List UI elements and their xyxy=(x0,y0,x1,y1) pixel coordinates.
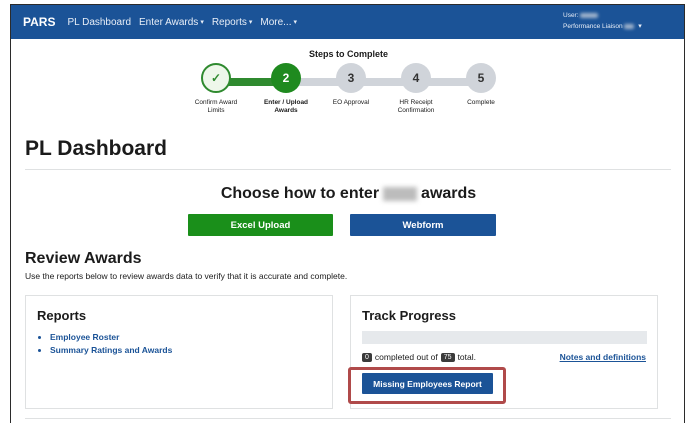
nav-label: PL Dashboard xyxy=(67,16,132,28)
step-complete: 5 Complete xyxy=(446,63,516,107)
nav-label: Enter Awards xyxy=(139,16,199,28)
nav-label: Reports xyxy=(211,16,247,28)
chevron-down-icon: ▾ xyxy=(248,19,253,26)
progress-bar xyxy=(362,331,647,344)
choose-heading: Choose how to enter awards xyxy=(220,185,477,202)
chevron-down-icon: ▾ xyxy=(638,23,642,30)
app-window: PARS PL Dashboard Enter Awards ▾ Reports ▾… xyxy=(10,4,685,423)
progress-stepper: ✓ Confirm Award Limits 2 Enter / Upload Aw… xyxy=(181,63,501,123)
step-label: HR Receipt Confirmation xyxy=(397,99,435,114)
step-enter-upload-awards: 2 Enter / Upload Awards xyxy=(251,63,321,115)
step-number: 4 xyxy=(401,63,431,93)
progress-summary: 0 completed out of 75 total. xyxy=(362,352,476,362)
top-navbar: PARS PL Dashboard Enter Awards ▾ Reports ▾… xyxy=(11,5,684,39)
steps-title: Steps to Complete xyxy=(308,49,388,59)
user-label: User: xyxy=(563,12,579,19)
page-title: PL Dashboard xyxy=(25,137,167,160)
redacted-username xyxy=(580,12,599,18)
missing-employees-report-button[interactable]: Missing Employees Report xyxy=(362,373,493,394)
divider xyxy=(25,418,671,419)
nav-enter-awards[interactable]: Enter Awards ▾ xyxy=(139,17,204,28)
webform-button[interactable]: Webform xyxy=(350,214,496,236)
excel-upload-button[interactable]: Excel Upload xyxy=(188,214,333,236)
chevron-down-icon: ▾ xyxy=(293,19,297,26)
track-progress-card: Track Progress 0 completed out of 75 tot… xyxy=(348,295,658,409)
redacted-role xyxy=(624,23,635,29)
completed-count-badge: 0 xyxy=(362,352,372,362)
step-eo-approval: 3 EO Approval xyxy=(316,63,386,107)
reports-list: Employee Roster Summary Ratings and Awar… xyxy=(50,332,172,358)
step-confirm-award-limits: ✓ Confirm Award Limits xyxy=(181,63,251,115)
chevron-down-icon: ▾ xyxy=(200,19,204,26)
nav-reports[interactable]: Reports ▾ xyxy=(212,17,253,28)
divider xyxy=(25,169,671,170)
nav-pl-dashboard[interactable]: PL Dashboard xyxy=(67,17,131,28)
nav-more[interactable]: More... ▾ xyxy=(260,17,297,28)
step-hr-receipt-confirmation: 4 HR Receipt Confirmation xyxy=(381,63,451,115)
notes-definitions-link[interactable]: Notes and definitions xyxy=(560,352,646,362)
step-number: 2 xyxy=(271,63,301,93)
brand-logo[interactable]: PARS xyxy=(23,15,55,29)
step-label: Enter / Upload Awards xyxy=(263,99,309,114)
review-description: Use the reports below to review awards d… xyxy=(25,271,348,281)
nav-label: More... xyxy=(260,16,292,28)
reports-card-title: Reports xyxy=(37,308,87,323)
step-number: 3 xyxy=(336,63,366,93)
user-info[interactable]: User: Performance Liaison ▾ xyxy=(563,10,642,32)
employee-roster-link[interactable]: Employee Roster xyxy=(50,332,172,342)
check-icon: ✓ xyxy=(201,63,231,93)
step-label: EO Approval xyxy=(332,99,370,106)
step-label: Complete xyxy=(467,99,495,106)
review-awards-heading: Review Awards xyxy=(25,250,142,267)
reports-card: Reports Employee Roster Summary Ratings … xyxy=(25,295,333,409)
step-label: Confirm Award Limits xyxy=(194,99,238,114)
track-progress-title: Track Progress xyxy=(362,308,456,323)
total-count-badge: 75 xyxy=(440,352,455,362)
redacted-year xyxy=(383,186,418,201)
summary-ratings-link[interactable]: Summary Ratings and Awards xyxy=(50,345,172,355)
step-number: 5 xyxy=(466,63,496,93)
role-label: Performance Liaison xyxy=(563,23,623,30)
